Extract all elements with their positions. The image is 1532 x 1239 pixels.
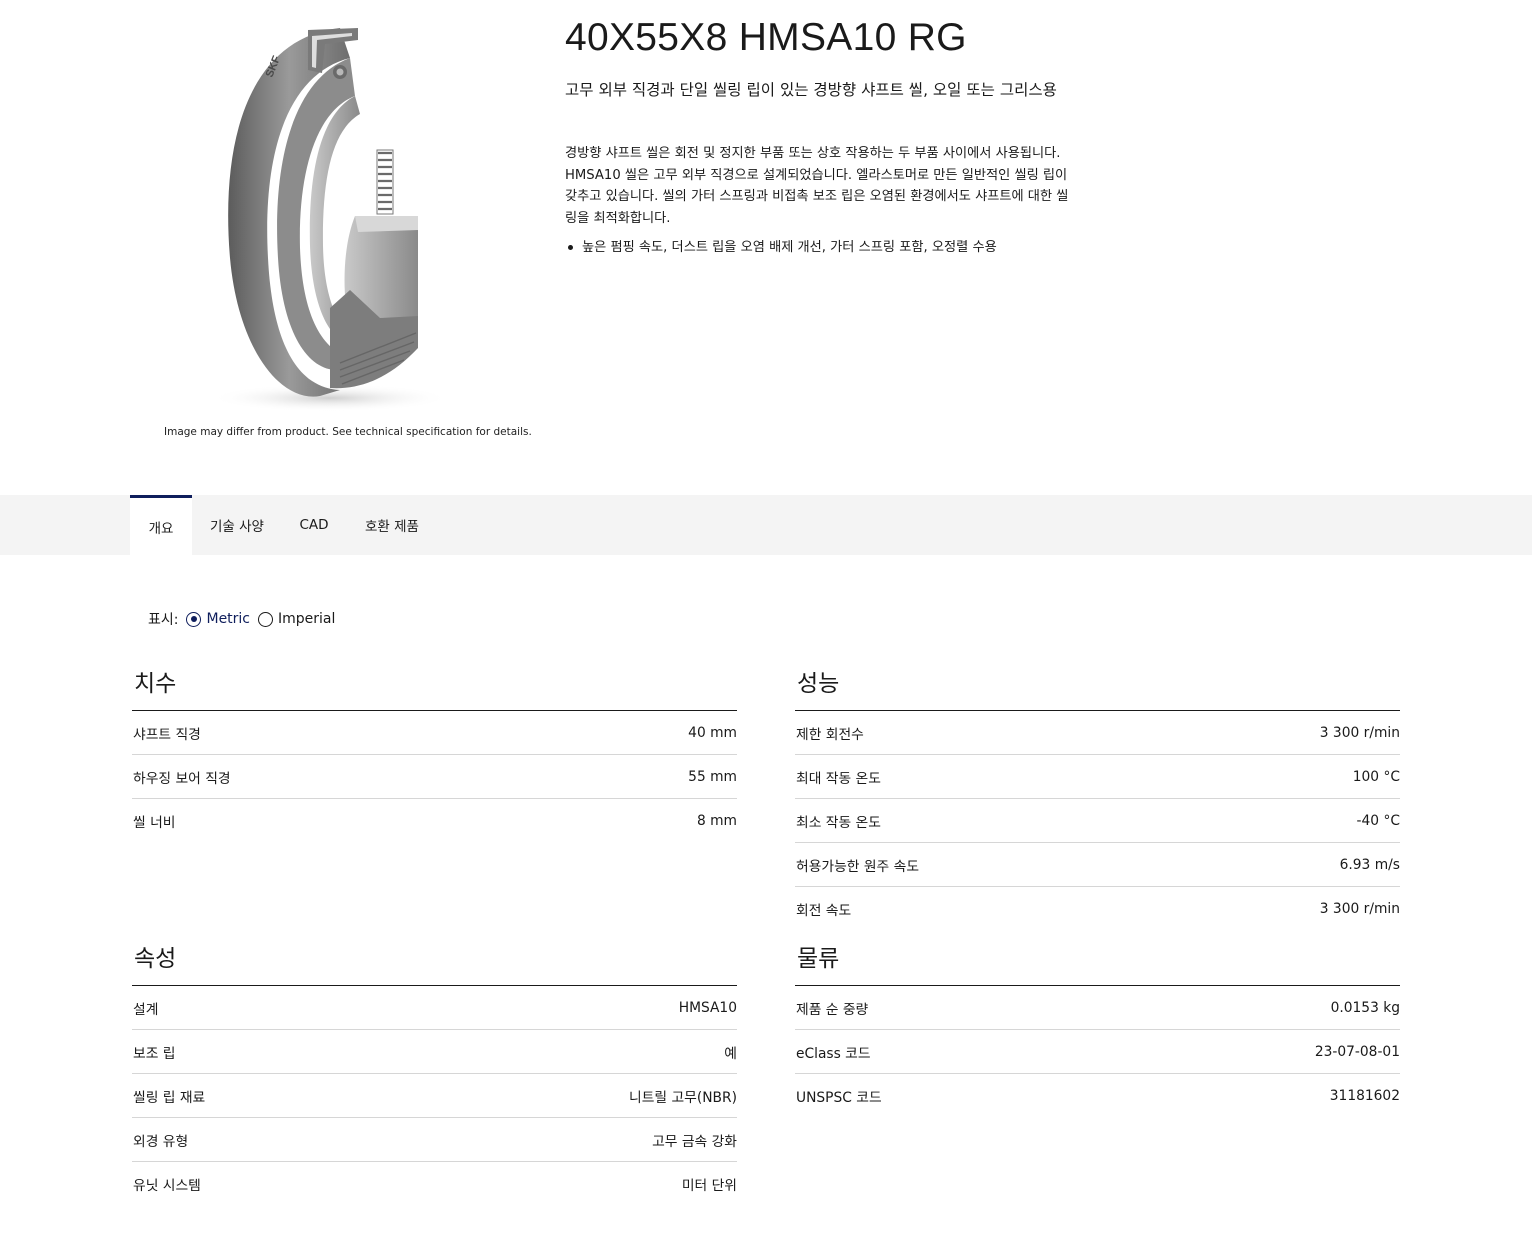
spec-label: 유닛 시스템: [133, 1178, 201, 1194]
spec-value: 6.93 m/s: [1339, 856, 1400, 873]
spec-row: 회전 속도 3 300 r/min: [795, 887, 1400, 931]
spec-label: UNSPSC 코드: [796, 1090, 882, 1106]
spec-row: 외경 유형 고무 금속 강화: [132, 1118, 737, 1162]
spec-value: 예: [724, 1045, 737, 1062]
spec-value: -40 °C: [1356, 812, 1400, 829]
spec-value: 고무 금속 강화: [652, 1133, 737, 1150]
spec-row: eClass 코드 23-07-08-01: [795, 1030, 1400, 1074]
spec-label: 하우징 보어 직경: [133, 770, 231, 787]
product-description: 경방향 샤프트 씰은 회전 및 정지한 부품 또는 상호 작용하는 두 부품 사…: [565, 146, 1069, 226]
imperial-option[interactable]: Imperial: [258, 611, 335, 627]
spec-label: 설계: [133, 1001, 159, 1018]
spec-value: HMSA10: [678, 999, 737, 1016]
unit-toggle-label: 표시:: [148, 612, 179, 628]
spec-row: 샤프트 직경 40 mm: [132, 711, 737, 755]
spec-row: 씰 너비 8 mm: [132, 799, 737, 843]
logistics-section: 물류 제품 순 중량 0.0153 kg eClass 코드 23-07-08-01…: [795, 945, 1400, 1118]
feature-list: 높은 펌핑 속도, 더스트 립을 오염 배제 개선, 가터 스프링 포함, 오정…: [568, 237, 1102, 258]
spec-table: 제한 회전수 3 300 r/min 최대 작동 온도 100 °C 최소 작동 온…: [795, 710, 1400, 931]
product-subtitle: 고무 외부 직경과 단일 씰링 립이 있는 경방향 샤프트 씰, 오일 또는 그…: [565, 81, 1057, 99]
spec-row: 씰링 립 재료 니트릴 고무(NBR): [132, 1074, 737, 1118]
performance-section: 성능 제한 회전수 3 300 r/min 최대 작동 온도 100 °C 최소 작…: [795, 670, 1400, 931]
tab-technical-specification[interactable]: 기술 사양: [196, 495, 278, 555]
spec-row: 보조 립 예: [132, 1030, 737, 1074]
spec-row: 최소 작동 온도 -40 °C: [795, 799, 1400, 843]
spec-label: 보조 립: [133, 1045, 176, 1062]
feature-item: 높은 펌핑 속도, 더스트 립을 오염 배제 개선, 가터 스프링 포함, 오정…: [568, 237, 1102, 258]
product-title: 40X55X8 HMSA10 RG: [565, 16, 967, 59]
section-heading: 물류: [797, 946, 840, 972]
imperial-label: Imperial: [278, 611, 336, 627]
spec-value: 3 300 r/min: [1319, 901, 1400, 917]
unit-toggle: 표시: Metric Imperial: [148, 609, 343, 629]
spec-value: 23-07-08-01: [1314, 1043, 1400, 1060]
spec-label: 씰링 립 재료: [133, 1089, 206, 1106]
spec-row: 설계 HMSA10: [132, 986, 737, 1030]
spec-value: 8 mm: [696, 813, 737, 829]
spec-label: 허용가능한 원주 속도: [796, 858, 920, 875]
spec-row: 제품 순 중량 0.0153 kg: [795, 986, 1400, 1030]
section-heading: 치수: [134, 671, 177, 697]
spec-label: 회전 속도: [796, 903, 852, 919]
spec-value: 100 °C: [1352, 768, 1400, 785]
spec-label: 샤프트 직경: [133, 726, 201, 743]
spec-value: 3 300 r/min: [1319, 724, 1400, 741]
spec-label: 최대 작동 온도: [796, 770, 881, 787]
spec-label: eClass 코드: [796, 1045, 871, 1062]
imperial-radio[interactable]: [258, 611, 274, 627]
spec-value: 미터 단위: [681, 1178, 737, 1194]
spec-label: 제품 순 중량: [796, 1001, 869, 1018]
spec-table: 설계 HMSA10 보조 립 예 씰링 립 재료 니트릴 고무(NBR) 외경 유형 고…: [132, 985, 737, 1206]
tab-compatible-products[interactable]: 호환 제품: [350, 495, 434, 555]
metric-option[interactable]: Metric: [186, 611, 250, 627]
spec-label: 외경 유형: [133, 1133, 189, 1150]
spec-row: UNSPSC 코드 31181602: [795, 1074, 1400, 1118]
tab-overview[interactable]: 개요: [130, 495, 192, 555]
shaft-seal-image: SKF: [210, 28, 450, 412]
spec-value: 니트릴 고무(NBR): [629, 1089, 737, 1106]
attributes-section: 속성 설계 HMSA10 보조 립 예 씰링 립 재료 니트릴 고무(NBR) 외경 …: [132, 945, 737, 1206]
tab-cad[interactable]: CAD: [288, 495, 340, 555]
product-hero: SKF Image may differ from product. See t…: [0, 0, 1532, 495]
spec-label: 최소 작동 온도: [796, 814, 881, 831]
metric-label: Metric: [206, 611, 251, 627]
spec-label: 씰 너비: [133, 815, 176, 831]
section-heading: 속성: [134, 946, 177, 972]
dimensions-section: 치수 샤프트 직경 40 mm 하우징 보어 직경 55 mm 씰 너비 8 mm: [132, 670, 737, 843]
image-caption: Image may differ from product. See techn…: [164, 426, 532, 438]
section-heading: 성능: [797, 671, 840, 697]
spec-row: 유닛 시스템 미터 단위: [132, 1162, 737, 1206]
spec-value: 40 mm: [688, 724, 737, 741]
metric-radio[interactable]: [186, 611, 202, 627]
spec-table: 샤프트 직경 40 mm 하우징 보어 직경 55 mm 씰 너비 8 mm: [132, 710, 737, 843]
tab-bar: 개요 기술 사양 CAD 호환 제품: [0, 495, 1532, 555]
spec-value: 31181602: [1329, 1088, 1400, 1104]
spec-table: 제품 순 중량 0.0153 kg eClass 코드 23-07-08-01 UN…: [795, 985, 1400, 1118]
spec-row: 최대 작동 온도 100 °C: [795, 755, 1400, 799]
spec-row: 제한 회전수 3 300 r/min: [795, 711, 1400, 755]
spec-value: 0.0153 kg: [1330, 999, 1400, 1016]
spec-row: 하우징 보어 직경 55 mm: [132, 755, 737, 799]
spec-label: 제한 회전수: [796, 726, 864, 743]
spec-row: 허용가능한 원주 속도 6.93 m/s: [795, 843, 1400, 887]
spec-value: 55 mm: [688, 768, 737, 785]
